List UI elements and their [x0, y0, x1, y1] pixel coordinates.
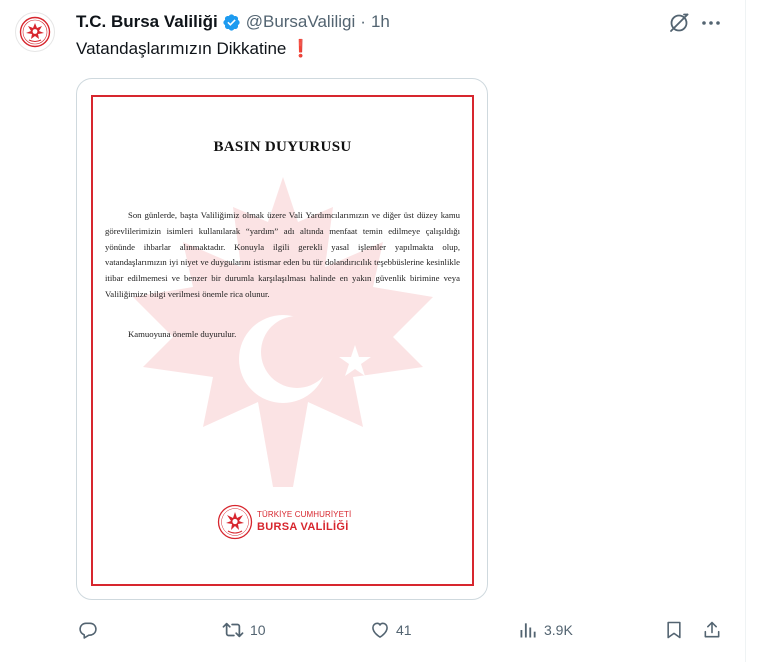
column-border — [745, 0, 746, 662]
footer-line-2: BURSA VALİLİĞİ — [257, 521, 349, 533]
valilik-emblem-icon — [19, 16, 51, 48]
media-card[interactable]: BASIN DUYURUSU Son günlerde, başta Valil… — [76, 78, 488, 600]
share-icon — [704, 621, 720, 638]
retweet-count: 10 — [250, 622, 266, 638]
account-handle[interactable]: @BursaValiligi — [246, 12, 356, 32]
verified-badge-icon[interactable] — [222, 13, 241, 32]
reply-button[interactable] — [78, 618, 104, 642]
avatar[interactable] — [15, 12, 55, 52]
like-count: 41 — [396, 622, 412, 638]
like-icon — [372, 622, 388, 638]
document-body: Son günlerde, başta Valiliğimiz olmak üz… — [105, 210, 460, 299]
separator-dot: · — [360, 12, 366, 31]
retweet-icon — [222, 622, 244, 638]
views-count: 3.9K — [544, 622, 573, 638]
press-release-document: BASIN DUYURUSU Son günlerde, başta Valil… — [91, 95, 474, 586]
bookmark-button[interactable] — [664, 618, 684, 642]
bookmark-icon — [667, 621, 681, 639]
views-icon — [520, 623, 536, 638]
document-footer-logo: TÜRKİYE CUMHURİYETİ BURSA VALİLİĞİ — [217, 500, 362, 548]
document-closing: Kamuoyuna önemle duyurulur. — [128, 329, 237, 339]
valilik-logo-icon — [217, 504, 253, 540]
like-button[interactable]: 41 — [370, 618, 412, 642]
account-name[interactable]: T.C. Bursa Valiliği — [76, 12, 218, 32]
grok-icon[interactable] — [668, 12, 690, 34]
tweet-header: T.C. Bursa Valiliği @BursaValiligi · 1h — [76, 11, 390, 33]
tweet-text: Vatandaşlarımızın Dikkatine ❗ — [76, 39, 312, 59]
footer-line-1: TÜRKİYE CUMHURİYETİ — [257, 510, 352, 519]
document-title: BASIN DUYURUSU — [213, 139, 352, 155]
tweet-time[interactable]: 1h — [371, 12, 390, 32]
more-icon[interactable] — [700, 12, 722, 34]
retweet-button[interactable]: 10 — [222, 618, 266, 642]
reply-icon — [79, 622, 97, 639]
tweet[interactable]: T.C. Bursa Valiliği @BursaValiligi · 1h … — [0, 0, 745, 662]
exclamation-emoji: ❗ — [290, 39, 312, 58]
share-button[interactable] — [702, 618, 722, 642]
views-button[interactable]: 3.9K — [518, 618, 573, 642]
tweet-text-content: Vatandaşlarımızın Dikkatine — [76, 39, 287, 58]
